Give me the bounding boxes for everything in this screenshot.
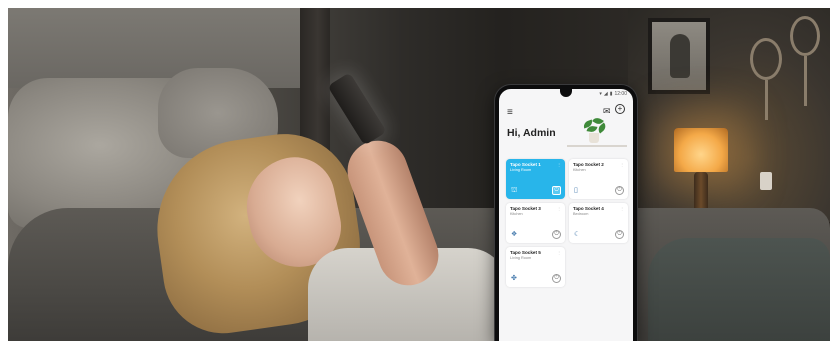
device-grid: Tapo Socket 1 Living Room ⋮ ⛫ ⏻ Tapo Soc… xyxy=(506,159,628,287)
device-name: Tapo Socket 3 xyxy=(510,206,541,211)
device-card[interactable]: Tapo Socket 2 Kitchen ⋮ ▯ ⏻ xyxy=(569,159,628,199)
device-name: Tapo Socket 5 xyxy=(510,250,541,255)
device-room: Living Room xyxy=(510,168,532,172)
plant-illustration xyxy=(577,115,613,145)
power-icon[interactable]: ⏻ xyxy=(615,186,624,195)
bedroom-wall xyxy=(8,8,308,88)
tennis-racket xyxy=(790,16,820,56)
device-room: Kitchen xyxy=(573,168,586,172)
more-icon[interactable]: ⋮ xyxy=(557,206,561,211)
status-bar: ▾ ◢ ▮ 12:00 xyxy=(599,91,627,97)
appliance-icon: ❖ xyxy=(511,231,518,238)
device-card[interactable]: Tapo Socket 1 Living Room ⋮ ⛫ ⏻ xyxy=(506,159,565,199)
device-room: Bedroom xyxy=(573,212,589,216)
more-icon[interactable]: ⋮ xyxy=(557,250,561,255)
greeting: Hi, Admin xyxy=(507,127,556,139)
device-name: Tapo Socket 1 xyxy=(510,162,541,167)
hero-photo xyxy=(8,8,830,341)
more-icon[interactable]: ⋮ xyxy=(620,206,624,211)
device-name: Tapo Socket 4 xyxy=(573,206,604,211)
power-icon[interactable]: ⏻ xyxy=(552,230,561,239)
device-card[interactable]: Tapo Socket 5 Living Room ⋮ ✤ ⏻ xyxy=(506,247,565,287)
heater-icon: ☾ xyxy=(574,231,581,238)
power-icon[interactable]: ⏻ xyxy=(552,274,561,283)
fan-icon: ✤ xyxy=(511,275,517,282)
device-room: Kitchen xyxy=(510,212,523,216)
more-icon[interactable]: ⋮ xyxy=(620,162,624,167)
signal-icon: ◢ xyxy=(603,91,608,97)
more-icon[interactable]: ⋮ xyxy=(557,162,561,167)
table-lamp xyxy=(674,128,728,172)
device-card[interactable]: Tapo Socket 4 Bedroom ⋮ ☾ ⏻ xyxy=(569,203,628,243)
camera-notch xyxy=(560,89,572,97)
kettle-icon: ▯ xyxy=(574,187,578,194)
app-screen: ▾ ◢ ▮ 12:00 ≡ ✉ + Hi, Admin Tapo Socket … xyxy=(499,89,633,341)
menu-icon[interactable]: ≡ xyxy=(507,108,513,118)
duvet xyxy=(648,238,830,341)
wifi-icon: ▾ xyxy=(599,91,602,97)
door xyxy=(300,8,330,158)
device-room: Living Room xyxy=(510,256,532,260)
held-phone xyxy=(327,72,387,146)
device-card[interactable]: Tapo Socket 3 Kitchen ⋮ ❖ ⏻ xyxy=(506,203,565,243)
framed-portrait xyxy=(648,18,710,94)
add-device-icon[interactable]: + xyxy=(615,104,625,114)
shelf xyxy=(567,145,627,147)
battery-icon: ▮ xyxy=(609,91,613,97)
lamp-icon: ⛫ xyxy=(511,187,518,194)
status-time: 12:00 xyxy=(614,91,627,97)
tennis-racket xyxy=(750,38,782,80)
power-icon[interactable]: ⏻ xyxy=(615,230,624,239)
phone-mockup: ▾ ◢ ▮ 12:00 ≡ ✉ + Hi, Admin Tapo Socket … xyxy=(495,85,637,341)
power-icon[interactable]: ⏻ xyxy=(552,186,561,195)
smart-plug xyxy=(760,172,772,190)
device-name: Tapo Socket 2 xyxy=(573,162,604,167)
